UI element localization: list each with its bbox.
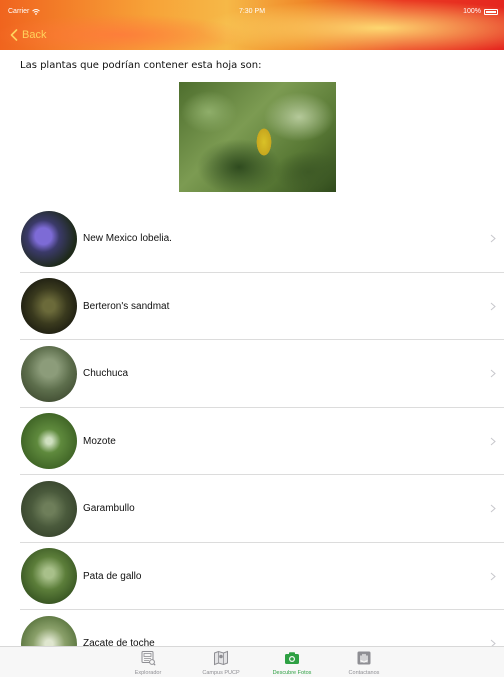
status-time: 7:30 PM xyxy=(238,8,266,15)
chevron-right-icon xyxy=(490,572,496,581)
chevron-right-icon xyxy=(490,369,496,378)
tab-bar: Explorador Campus PUCP Descubre Fotos Co… xyxy=(0,646,504,677)
chevron-right-icon xyxy=(490,504,496,513)
plant-row[interactable]: Pata de gallo xyxy=(0,543,504,611)
plant-thumbnail xyxy=(21,480,77,537)
plant-row[interactable]: Berteron's sandmat xyxy=(0,273,504,341)
plant-name: Garambullo xyxy=(83,503,135,515)
tab-label: Explorador xyxy=(134,670,162,676)
status-bar: Carrier 7:30 PM 100% xyxy=(0,0,504,20)
tab-contactanos[interactable]: Contactanos xyxy=(329,650,399,676)
tab-label: Descubre Fotos xyxy=(272,670,312,676)
plant-thumbnail xyxy=(21,548,77,605)
back-label: Back xyxy=(22,29,47,41)
explorer-icon xyxy=(141,651,156,666)
plant-list: New Mexico lobelia. Berteron's sandmat C… xyxy=(0,205,504,677)
battery-percent: 100% xyxy=(463,8,481,15)
plant-row[interactable]: Garambullo xyxy=(0,475,504,543)
plant-row[interactable]: Mozote xyxy=(0,408,504,476)
plant-thumbnail xyxy=(21,210,77,267)
chevron-right-icon xyxy=(490,437,496,446)
plant-name: New Mexico lobelia. xyxy=(83,233,172,245)
tab-label: Campus PUCP xyxy=(202,670,240,676)
plant-name: Chuchuca xyxy=(83,368,129,380)
status-right: 100% xyxy=(463,8,498,15)
plant-row[interactable]: Chuchuca xyxy=(0,340,504,408)
tab-explorador[interactable]: Explorador xyxy=(113,650,183,676)
plant-thumbnail xyxy=(21,345,77,402)
plant-thumbnail xyxy=(21,278,77,335)
map-icon xyxy=(214,650,228,666)
plant-name: Pata de gallo xyxy=(83,570,142,582)
chevron-left-icon xyxy=(10,29,18,41)
intro-text: Las plantas que podrían contener esta ho… xyxy=(20,60,262,71)
camera-icon xyxy=(285,652,299,664)
plant-row[interactable]: New Mexico lobelia. xyxy=(0,205,504,273)
plant-name: Berteron's sandmat xyxy=(83,300,170,312)
battery-icon xyxy=(484,8,498,15)
chevron-right-icon xyxy=(490,302,496,311)
plant-thumbnail xyxy=(21,413,77,470)
tab-campus[interactable]: Campus PUCP xyxy=(186,650,256,676)
header-bar: Carrier 7:30 PM 100% Back xyxy=(0,0,504,50)
chevron-right-icon xyxy=(490,234,496,243)
back-button[interactable]: Back xyxy=(10,26,46,44)
tab-label: Contactanos xyxy=(348,670,380,676)
hand-icon xyxy=(357,651,371,665)
tab-descubre-fotos[interactable]: Descubre Fotos xyxy=(257,650,327,676)
leaf-photo xyxy=(179,82,336,192)
plant-name: Mozote xyxy=(83,435,116,447)
